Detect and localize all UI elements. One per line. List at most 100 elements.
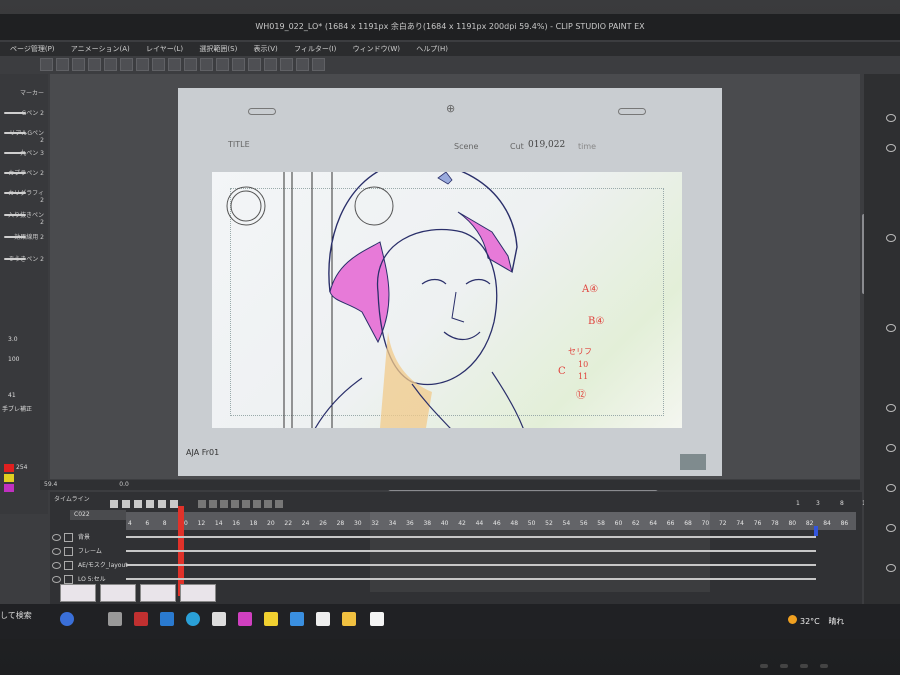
transform-icon[interactable] — [168, 58, 181, 71]
brush-item[interactable]: 入り抜きペン 2 — [4, 210, 44, 226]
brush-item[interactable]: 丸ペン 3 — [4, 148, 44, 162]
ruler-icon[interactable] — [248, 58, 261, 71]
play-icon[interactable] — [134, 500, 142, 508]
eye-icon[interactable] — [886, 234, 896, 242]
eye-icon[interactable] — [886, 324, 896, 332]
eye-icon[interactable] — [886, 524, 896, 532]
paint-app-icon[interactable] — [238, 612, 252, 626]
eye-icon[interactable] — [886, 114, 896, 122]
layer-icon[interactable] — [296, 58, 309, 71]
canvas-area[interactable]: ⊕ TITLE Scene Cut 019,022 time AJA Fr01 — [50, 74, 866, 491]
next-frame-icon[interactable] — [146, 500, 154, 508]
clip-studio-icon[interactable] — [370, 612, 384, 626]
pen-icon[interactable] — [280, 58, 293, 71]
brush-item[interactable]: ぞうきペン 2 — [4, 254, 44, 268]
task-view-icon[interactable] — [108, 612, 122, 626]
eye-icon[interactable] — [886, 564, 896, 572]
track-lock-checkbox[interactable] — [64, 561, 73, 570]
eye-icon[interactable] — [52, 548, 61, 555]
folder-icon[interactable] — [342, 612, 356, 626]
open-icon[interactable] — [56, 58, 69, 71]
new-cel-icon[interactable] — [198, 500, 206, 508]
export-icon[interactable] — [104, 58, 117, 71]
menu-filter[interactable]: フィルター(I) — [294, 45, 336, 53]
eye-icon[interactable] — [886, 484, 896, 492]
monitor-button[interactable] — [780, 664, 788, 668]
keyframe-icon[interactable] — [253, 500, 261, 508]
cel-thumbnail[interactable] — [100, 584, 136, 602]
drawing-frame[interactable]: A④ B④ セリフ C 10 11 ⑫ — [212, 172, 682, 428]
track-lock-checkbox[interactable] — [64, 575, 73, 584]
brush-size-value[interactable]: 3.0 — [8, 336, 18, 343]
monitor-button[interactable] — [820, 664, 828, 668]
save-icon[interactable] — [72, 58, 85, 71]
brush-item[interactable]: カリグラフィ 2 — [4, 188, 44, 204]
new-icon[interactable] — [40, 58, 53, 71]
clear-icon[interactable] — [152, 58, 165, 71]
menu-view[interactable]: 表示(V) — [254, 45, 278, 53]
opacity-value[interactable]: 100 — [8, 356, 19, 363]
taskbar-search[interactable]: して検索 — [0, 610, 32, 621]
track-row[interactable]: フレーム — [52, 544, 856, 558]
delete-cel-icon[interactable] — [220, 500, 228, 508]
first-frame-icon[interactable] — [110, 500, 118, 508]
frame-value[interactable]: 0.0 — [119, 481, 129, 488]
app-icon[interactable] — [134, 612, 148, 626]
track-row[interactable]: AE/モスク_layout — [52, 558, 856, 572]
rename-icon[interactable] — [264, 500, 272, 508]
track-lock-checkbox[interactable] — [64, 533, 73, 542]
print-icon[interactable] — [88, 58, 101, 71]
color-icon[interactable] — [312, 58, 325, 71]
fill-icon[interactable] — [232, 58, 245, 71]
brush-item[interactable]: リアルGペン 2 — [4, 128, 44, 144]
deselect-icon[interactable] — [200, 58, 213, 71]
notepad-icon[interactable] — [212, 612, 226, 626]
mail-icon[interactable] — [160, 612, 174, 626]
crop-icon[interactable] — [184, 58, 197, 71]
menu-page[interactable]: ページ管理(P) — [10, 45, 55, 53]
monitor-button[interactable] — [800, 664, 808, 668]
light-table-icon[interactable] — [242, 500, 250, 508]
snap-icon[interactable] — [264, 58, 277, 71]
invert-selection-icon[interactable] — [216, 58, 229, 71]
last-frame-icon[interactable] — [158, 500, 166, 508]
color-swatch-red[interactable] — [4, 464, 14, 472]
edge-icon[interactable] — [186, 612, 200, 626]
brush-item[interactable]: カブラペン 2 — [4, 168, 44, 182]
prev-frame-icon[interactable] — [122, 500, 130, 508]
settings-icon[interactable] — [275, 500, 283, 508]
eye-icon[interactable] — [886, 144, 896, 152]
brush-item[interactable]: マーカー — [4, 88, 44, 102]
eye-icon[interactable] — [52, 562, 61, 569]
eye-icon[interactable] — [52, 534, 61, 541]
store-icon[interactable] — [290, 612, 304, 626]
widget-icon[interactable] — [60, 612, 74, 626]
menu-layer[interactable]: レイヤー(L) — [146, 45, 183, 53]
zoom-value[interactable]: 59.4 — [44, 481, 57, 488]
onion-skin-icon[interactable] — [231, 500, 239, 508]
menu-selection[interactable]: 選択範囲(S) — [199, 45, 237, 53]
stabilize-value[interactable]: 41 — [8, 392, 16, 399]
color-swatch-magenta[interactable] — [4, 484, 14, 492]
monitor-button[interactable] — [760, 664, 768, 668]
menu-window[interactable]: ウィンドウ(W) — [353, 45, 400, 53]
color-swatch-yellow[interactable] — [4, 474, 14, 482]
redo-icon[interactable] — [136, 58, 149, 71]
sticky-notes-icon[interactable] — [264, 612, 278, 626]
cel-thumbnail[interactable] — [60, 584, 96, 602]
menu-animation[interactable]: アニメーション(A) — [71, 45, 130, 53]
eye-icon[interactable] — [886, 404, 896, 412]
loop-icon[interactable] — [170, 500, 178, 508]
brush-item[interactable]: 効果線用 2 — [4, 232, 44, 246]
eye-icon[interactable] — [886, 444, 896, 452]
undo-icon[interactable] — [120, 58, 133, 71]
cel-thumbnail[interactable] — [140, 584, 176, 602]
cel-thumbnail[interactable] — [180, 584, 216, 602]
track-lock-checkbox[interactable] — [64, 547, 73, 556]
timeline-tab[interactable]: タイムライン — [54, 494, 90, 503]
menu-help[interactable]: ヘルプ(H) — [416, 45, 448, 53]
timeline-name-select[interactable]: C022 — [70, 510, 126, 520]
eye-icon[interactable] — [52, 576, 61, 583]
clapper-icon[interactable] — [316, 612, 330, 626]
brush-item[interactable]: Gペン 2 — [4, 108, 44, 122]
